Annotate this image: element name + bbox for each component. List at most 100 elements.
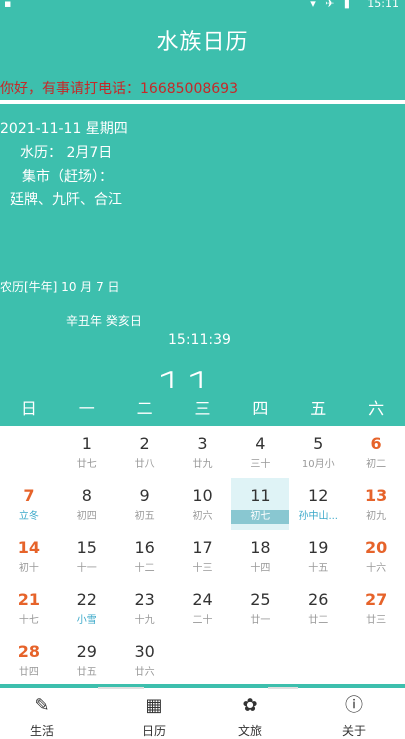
day-number: 11 bbox=[250, 486, 271, 505]
lunar-day: 十九 bbox=[134, 615, 155, 626]
lunar-day: 初四 bbox=[76, 511, 97, 522]
day-cell[interactable]: 17 十三 bbox=[174, 530, 232, 582]
weekday-label: 五 bbox=[310, 399, 327, 418]
day-number: 14 bbox=[17, 538, 41, 557]
day-cell[interactable]: 4 三十 bbox=[231, 426, 289, 478]
calendar-week-row: 21 十七 22 小雪 23 十九 24 二十 25 廿一 26 廿二 27 廿三 bbox=[0, 582, 405, 634]
day-cell[interactable]: 23 十九 bbox=[116, 582, 174, 634]
month-calendar: 日 一 二 三 四 五 六 1 廿七 2 廿八 3 廿九 4 三十 5 10月小 6 初二 7 立冬 8 初四 9 初五 10 初… bbox=[0, 388, 405, 686]
day-cell[interactable]: 6 初二 bbox=[347, 426, 405, 478]
contact-notice: 你好，有事请打电话：16685008693 bbox=[0, 81, 238, 97]
day-cell[interactable]: 12 孙中山... bbox=[289, 478, 347, 530]
market-label: 集市（赶场）： bbox=[22, 169, 113, 185]
lunar-day: 十七 bbox=[18, 615, 39, 626]
lunar-day: 十二 bbox=[134, 563, 155, 574]
signal-icons: ▾ ✈ ▮ bbox=[310, 0, 353, 10]
day-number: 30 bbox=[134, 642, 155, 661]
day-number: 16 bbox=[134, 538, 155, 557]
day-number: 21 bbox=[17, 590, 41, 609]
day-cell[interactable]: 11 初七 bbox=[231, 478, 290, 530]
market-list: 廷牌、九阡、合江 bbox=[10, 192, 122, 208]
day-number bbox=[347, 642, 405, 662]
lunar-day bbox=[174, 666, 232, 680]
day-cell[interactable]: 19 十五 bbox=[289, 530, 347, 582]
day-number: 8 bbox=[81, 486, 92, 505]
lunar-day: 初九 bbox=[366, 511, 387, 522]
lunar-day: 初二 bbox=[366, 459, 387, 470]
day-cell[interactable]: 14 初十 bbox=[0, 530, 58, 582]
lunar-day: 廿三 bbox=[366, 615, 387, 626]
nav-item-life[interactable]: ✎ 生活 bbox=[2, 694, 82, 739]
day-number: 23 bbox=[134, 590, 155, 609]
calendar-week-row: 28 廿四 29 廿五 30 廿六 bbox=[0, 634, 405, 686]
status-bar: ▪ ▾ ✈ ▮ 15:11 bbox=[0, 0, 405, 10]
lunar-day: 初七 bbox=[231, 510, 290, 524]
day-number: 26 bbox=[308, 590, 329, 609]
day-cell[interactable]: 15 十一 bbox=[58, 530, 116, 582]
weekday-label: 一 bbox=[78, 399, 95, 418]
nav-item-about[interactable]: ⓘ 关于 bbox=[314, 694, 394, 739]
day-number: 13 bbox=[364, 486, 388, 505]
nav-item-culture-travel[interactable]: ✿ 文旅 bbox=[210, 694, 290, 739]
current-clock: 15:11:39 bbox=[168, 332, 231, 348]
nav-item-calendar[interactable]: ▦ 日历 bbox=[114, 694, 194, 739]
day-cell[interactable]: 10 初六 bbox=[174, 478, 232, 530]
day-cell[interactable]: 26 廿二 bbox=[289, 582, 347, 634]
day-cell[interactable]: 8 初四 bbox=[58, 478, 116, 530]
day-cell[interactable]: 16 十二 bbox=[116, 530, 174, 582]
day-number: 6 bbox=[370, 434, 382, 453]
day-cell[interactable]: 20 十六 bbox=[347, 530, 405, 582]
lunar-day: 廿六 bbox=[134, 667, 155, 678]
weekday-label: 三 bbox=[194, 399, 211, 418]
day-number: 29 bbox=[76, 642, 97, 661]
lunar-day: 十三 bbox=[192, 563, 213, 574]
day-cell[interactable]: 1 廿七 bbox=[58, 426, 116, 478]
calendar-icon: ▦ bbox=[145, 695, 163, 716]
weekday-header: 日一二三四五六 bbox=[0, 388, 405, 426]
nav-label: 生活 bbox=[29, 724, 54, 738]
day-number: 9 bbox=[139, 486, 150, 505]
day-cell[interactable]: 28 廿四 bbox=[0, 634, 58, 686]
day-cell[interactable]: 30 廿六 bbox=[116, 634, 174, 686]
day-number: 19 bbox=[308, 538, 329, 557]
day-cell[interactable]: 7 立冬 bbox=[0, 478, 58, 530]
calendar-week-row: 1 廿七 2 廿八 3 廿九 4 三十 5 10月小 6 初二 bbox=[0, 426, 405, 478]
lunar-day bbox=[347, 666, 405, 680]
day-cell[interactable]: 22 小雪 bbox=[58, 582, 116, 634]
day-number: 18 bbox=[250, 538, 271, 557]
date-info-panel: 2021-11-11 星期四 水历： 2月7日 集市（赶场）： 廷牌、九阡、合江… bbox=[0, 104, 405, 412]
day-number: 12 bbox=[308, 486, 329, 505]
lunar-day: 初五 bbox=[134, 511, 155, 522]
day-cell[interactable]: 18 十四 bbox=[231, 530, 289, 582]
day-number: 15 bbox=[76, 538, 97, 557]
lunar-day bbox=[0, 458, 58, 472]
day-cell[interactable]: 21 十七 bbox=[0, 582, 58, 634]
shui-calendar-date: 水历： 2月7日 bbox=[20, 145, 113, 161]
calendar-week-row: 14 初十 15 十一 16 十二 17 十三 18 十四 19 十五 20 十六 bbox=[0, 530, 405, 582]
lunar-day: 孙中山... bbox=[298, 511, 338, 522]
calendar-grid: 1 廿七 2 廿八 3 廿九 4 三十 5 10月小 6 初二 7 立冬 8 初四 9 初五 10 初六 11 初七 12 孙… bbox=[0, 426, 405, 686]
day-cell[interactable]: 5 10月小 bbox=[289, 426, 347, 478]
day-number: 1 bbox=[81, 434, 92, 453]
day-number: 28 bbox=[17, 642, 41, 661]
day-cell[interactable]: 9 初五 bbox=[116, 478, 174, 530]
day-number bbox=[289, 642, 347, 662]
day-number: 25 bbox=[250, 590, 271, 609]
day-number: 4 bbox=[255, 434, 266, 453]
empty-day-cell bbox=[231, 634, 289, 686]
empty-day-cell bbox=[289, 634, 347, 686]
day-cell[interactable]: 13 初九 bbox=[347, 478, 405, 530]
lunar-day: 十六 bbox=[366, 563, 387, 574]
day-cell[interactable]: 3 廿九 bbox=[174, 426, 232, 478]
day-cell[interactable]: 2 廿八 bbox=[116, 426, 174, 478]
day-cell[interactable]: 24 二十 bbox=[174, 582, 232, 634]
day-cell[interactable]: 25 廿一 bbox=[231, 582, 289, 634]
nav-label: 日历 bbox=[141, 724, 166, 738]
day-number: 22 bbox=[76, 590, 97, 609]
weekday-label: 日 bbox=[20, 399, 37, 418]
day-cell[interactable]: 27 廿三 bbox=[347, 582, 405, 634]
calendar-week-row: 7 立冬 8 初四 9 初五 10 初六 11 初七 12 孙中山... 13 初九 bbox=[0, 478, 405, 530]
day-cell[interactable]: 29 廿五 bbox=[58, 634, 116, 686]
day-number: 24 bbox=[192, 590, 213, 609]
lunar-day: 初六 bbox=[192, 511, 213, 522]
